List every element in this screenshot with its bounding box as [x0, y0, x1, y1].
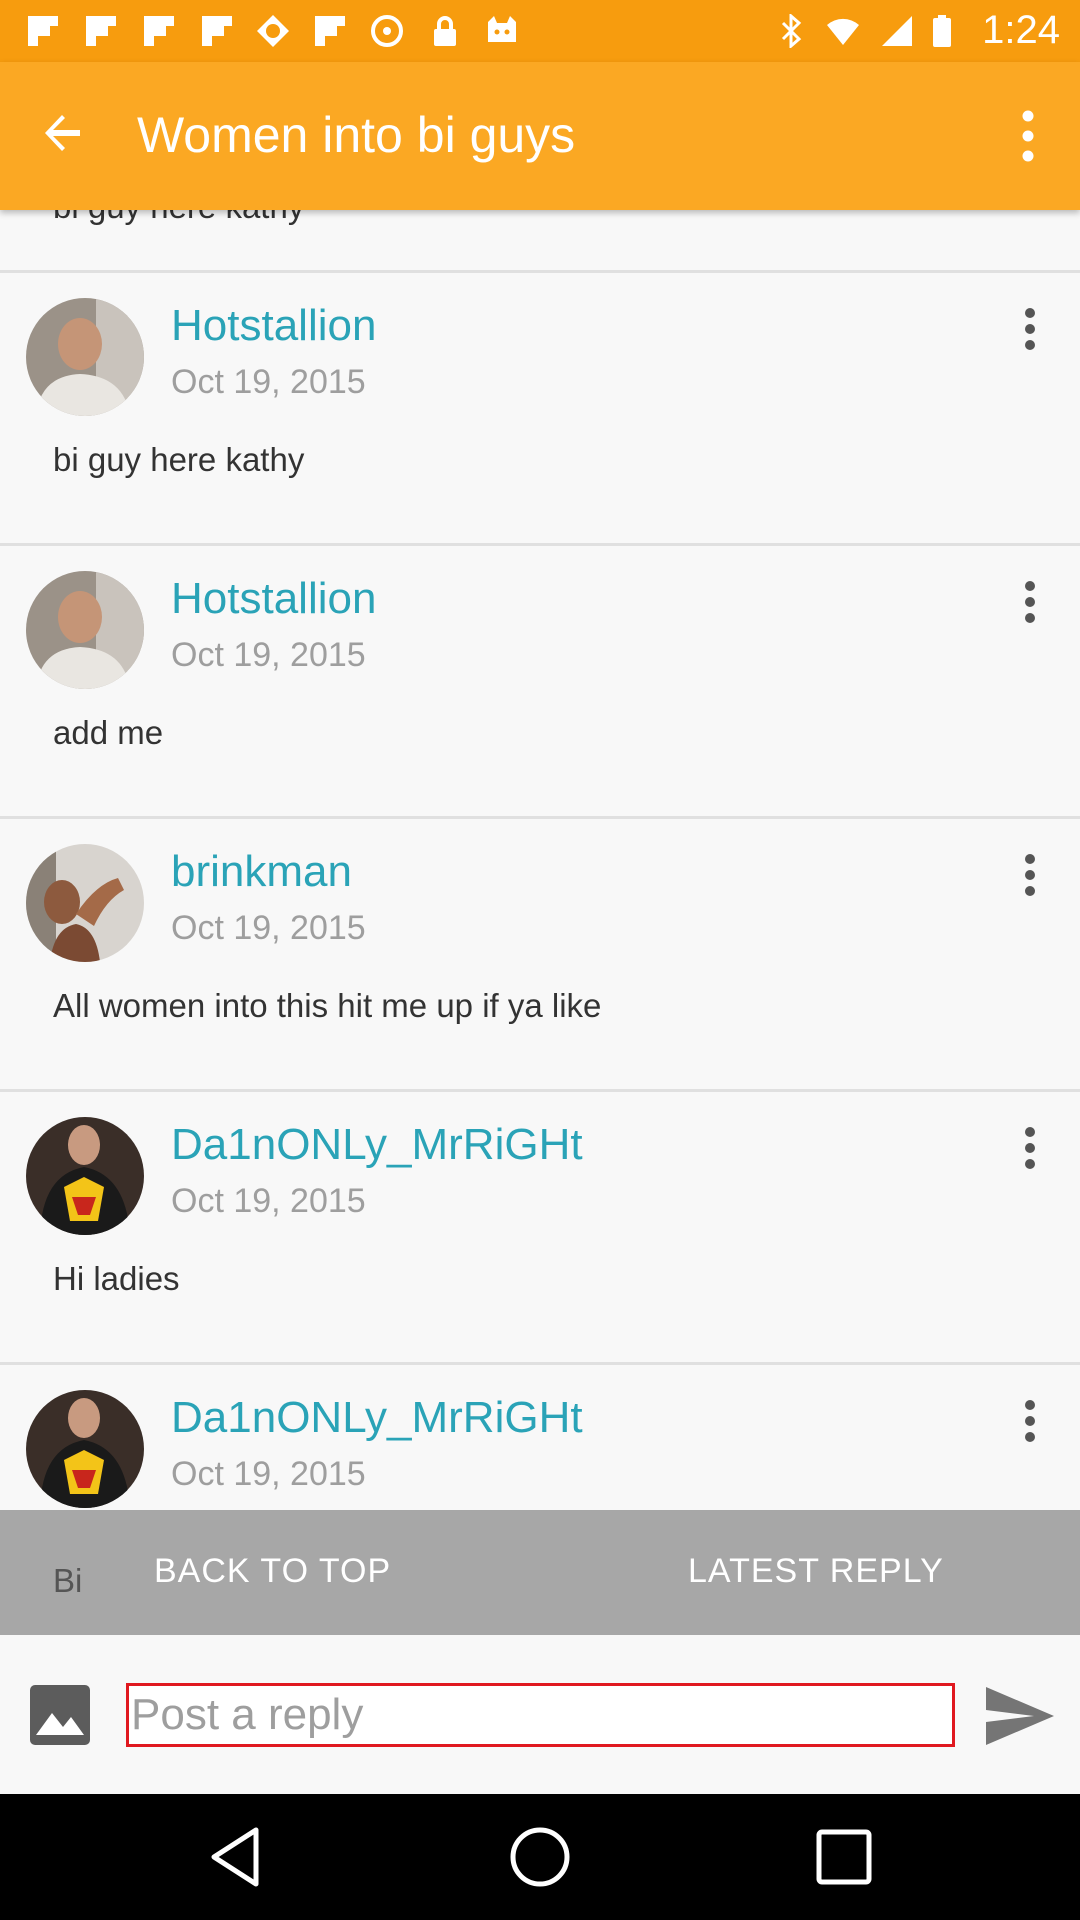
signal-icon — [882, 16, 912, 46]
page-title: Women into bi guys — [137, 107, 576, 163]
more-vert-icon[interactable] — [1022, 307, 1038, 351]
flipboard-icon — [202, 16, 232, 46]
post-username[interactable]: Hotstallion — [171, 301, 376, 351]
post-text: add me — [53, 714, 164, 751]
app-bar: Women into bi guys — [0, 62, 1080, 210]
more-vert-icon[interactable] — [1016, 108, 1040, 164]
more-vert-icon[interactable] — [1022, 580, 1038, 624]
lock-icon — [434, 16, 456, 46]
post-text: bi guy here kathy — [53, 210, 304, 226]
avatar[interactable] — [26, 298, 144, 416]
partial-post-text: Bi — [53, 1562, 83, 1599]
avatar[interactable] — [26, 1390, 144, 1508]
avatar[interactable] — [26, 844, 144, 962]
post-date: Oct 19, 2015 — [171, 1182, 366, 1220]
list-item[interactable]: brinkman Oct 19, 2015 All women into thi… — [0, 819, 1080, 1092]
post-username[interactable]: Da1nONLy_MrRiGHt — [171, 1393, 583, 1443]
flipboard-icon — [28, 16, 58, 46]
flipboard-icon — [315, 16, 345, 46]
recents-icon[interactable] — [811, 1824, 877, 1890]
list-item[interactable]: Hotstallion Oct 19, 2015 add me — [0, 546, 1080, 819]
cat-icon — [488, 16, 516, 42]
list-item[interactable]: Hotstallion Oct 19, 2015 bi guy here kat… — [0, 273, 1080, 546]
status-bar: 1:24 — [0, 0, 1080, 62]
more-vert-icon[interactable] — [1022, 1126, 1038, 1170]
reply-input[interactable] — [126, 1683, 955, 1747]
post-date: Oct 19, 2015 — [171, 909, 366, 947]
back-to-top-button[interactable]: BACK TO TOP — [154, 1552, 391, 1591]
reply-bar — [0, 1635, 1080, 1794]
post-list[interactable]: bi guy here kathy Hotstallion Oct 19, 20… — [0, 210, 1080, 1510]
latest-reply-button[interactable]: LATEST REPLY — [688, 1552, 944, 1591]
flipboard-icon — [86, 16, 116, 46]
list-item[interactable]: Da1nONLy_MrRiGHt Oct 19, 2015 — [0, 1365, 1080, 1510]
list-item[interactable]: Da1nONLy_MrRiGHt Oct 19, 2015 Hi ladies — [0, 1092, 1080, 1365]
post-username[interactable]: Da1nONLy_MrRiGHt — [171, 1120, 583, 1170]
status-time: 1:24 — [982, 8, 1060, 52]
app-icon — [257, 15, 289, 47]
send-icon[interactable] — [984, 1685, 1056, 1747]
bottom-action-bar: Bi BACK TO TOP LATEST REPLY — [0, 1510, 1080, 1635]
post-username[interactable]: brinkman — [171, 847, 352, 897]
battery-icon — [933, 15, 951, 47]
post-text: bi guy here kathy — [53, 441, 305, 478]
flipboard-icon — [144, 16, 174, 46]
arrow-left-icon[interactable] — [38, 108, 88, 158]
post-text: All women into this hit me up if ya like — [53, 987, 602, 1024]
system-nav-bar — [0, 1794, 1080, 1920]
avatar[interactable] — [26, 571, 144, 689]
post-username[interactable]: Hotstallion — [171, 574, 376, 624]
wifi-icon — [827, 18, 859, 45]
image-icon[interactable] — [30, 1685, 90, 1745]
back-icon[interactable] — [204, 1824, 270, 1890]
post-date: Oct 19, 2015 — [171, 1455, 366, 1493]
post-date: Oct 19, 2015 — [171, 363, 366, 401]
post-text: Hi ladies — [53, 1260, 180, 1297]
more-vert-icon[interactable] — [1022, 853, 1038, 897]
avatar[interactable] — [26, 1117, 144, 1235]
more-vert-icon[interactable] — [1022, 1399, 1038, 1443]
home-icon[interactable] — [507, 1824, 573, 1890]
post-date: Oct 19, 2015 — [171, 636, 366, 674]
bluetooth-icon — [781, 14, 802, 48]
sync-icon — [371, 15, 403, 47]
